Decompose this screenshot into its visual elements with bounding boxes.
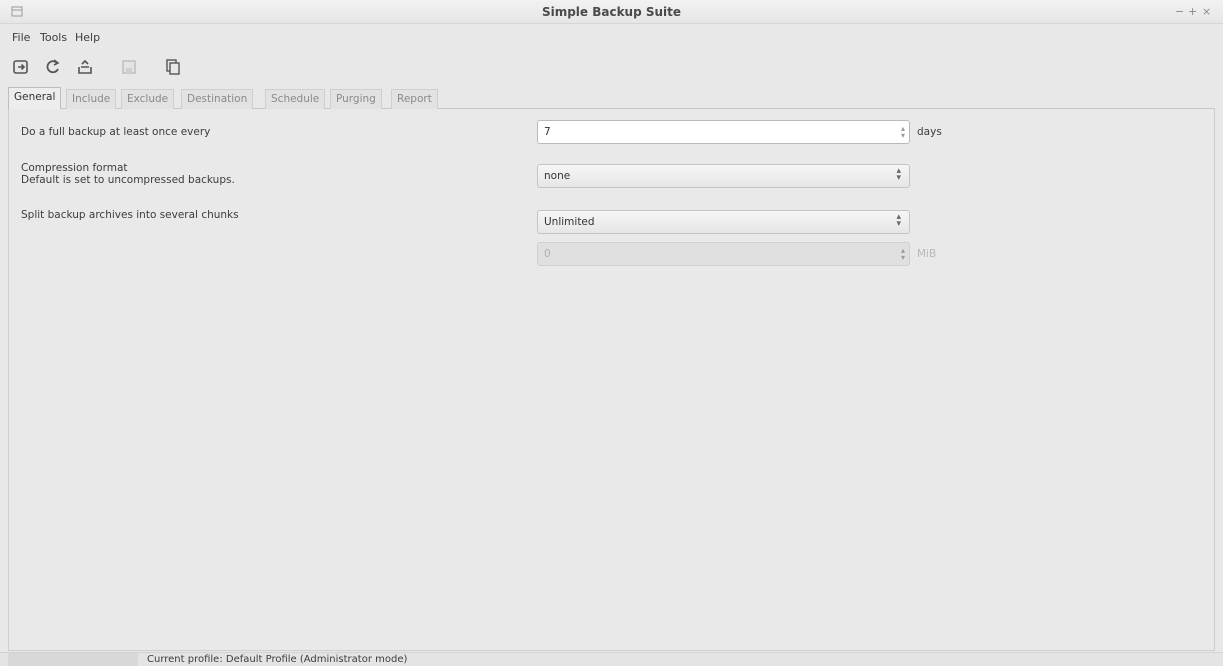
chunk-size-value: 0 [544, 248, 551, 260]
full-backup-label: Do a full backup at least once every [21, 126, 211, 138]
maximize-icon[interactable]: + [1188, 5, 1197, 18]
refresh-icon [46, 59, 60, 74]
status-bar: Current profile: Default Profile (Admini… [0, 652, 1223, 666]
chevron-up-down-icon: ▴ ▾ [896, 166, 901, 183]
window-title: Simple Backup Suite [541, 5, 682, 19]
compression-format-dropdown[interactable]: none ▴ ▾ [537, 164, 910, 188]
chevron-up-down-icon: ▴ ▾ [896, 212, 901, 229]
compression-format-value: none [544, 170, 571, 182]
full-backup-interval-spinner[interactable]: 7 ▴ ▾ [537, 120, 910, 144]
tab-bar: General Include Exclude Destination Sche… [8, 87, 1215, 110]
restore-icon [78, 59, 92, 74]
compression-sublabel: Default is set to uncompressed backups. [21, 174, 235, 186]
refresh-button[interactable] [42, 56, 64, 78]
menu-file[interactable]: File [12, 31, 30, 44]
tab-include[interactable]: Include [66, 89, 117, 109]
general-panel: Do a full backup at least once every 7 ▴… [8, 109, 1215, 651]
full-backup-unit: days [917, 126, 942, 138]
tab-destination[interactable]: Destination [181, 89, 254, 109]
copy-button[interactable] [162, 56, 184, 78]
menu-bar: File Tools Help [0, 28, 1223, 48]
split-archives-value: Unlimited [544, 216, 595, 228]
tab-exclude[interactable]: Exclude [121, 89, 175, 109]
backup-now-button[interactable] [10, 56, 32, 78]
tab-schedule[interactable]: Schedule [265, 89, 326, 109]
tab-purging[interactable]: Purging [330, 89, 382, 109]
spinner-arrows-icon[interactable]: ▴ ▾ [901, 247, 905, 262]
tab-report[interactable]: Report [391, 89, 438, 109]
title-bar: Simple Backup Suite − + × [0, 0, 1223, 24]
copy-icon [166, 59, 180, 75]
menu-help[interactable]: Help [75, 31, 100, 44]
split-archives-label: Split backup archives into several chunk… [21, 209, 239, 221]
full-backup-interval-value: 7 [544, 126, 551, 138]
chunk-size-spinner[interactable]: 0 ▴ ▾ [537, 242, 910, 266]
chunk-size-unit: MiB [917, 248, 937, 260]
status-text: Current profile: Default Profile (Admini… [147, 654, 408, 665]
menu-tools[interactable]: Tools [40, 31, 67, 44]
minimize-icon[interactable]: − [1175, 5, 1184, 18]
compression-label: Compression format [21, 162, 128, 174]
status-progress-area [8, 653, 138, 666]
save-button[interactable] [118, 56, 140, 78]
save-icon [122, 60, 136, 74]
backup-now-icon [13, 60, 28, 74]
close-icon[interactable]: × [1202, 5, 1211, 18]
tab-general[interactable]: General [8, 87, 62, 110]
restore-button[interactable] [74, 56, 96, 78]
split-archives-dropdown[interactable]: Unlimited ▴ ▾ [537, 210, 910, 234]
spinner-arrows-icon[interactable]: ▴ ▾ [901, 125, 905, 140]
toolbar [0, 52, 1223, 82]
